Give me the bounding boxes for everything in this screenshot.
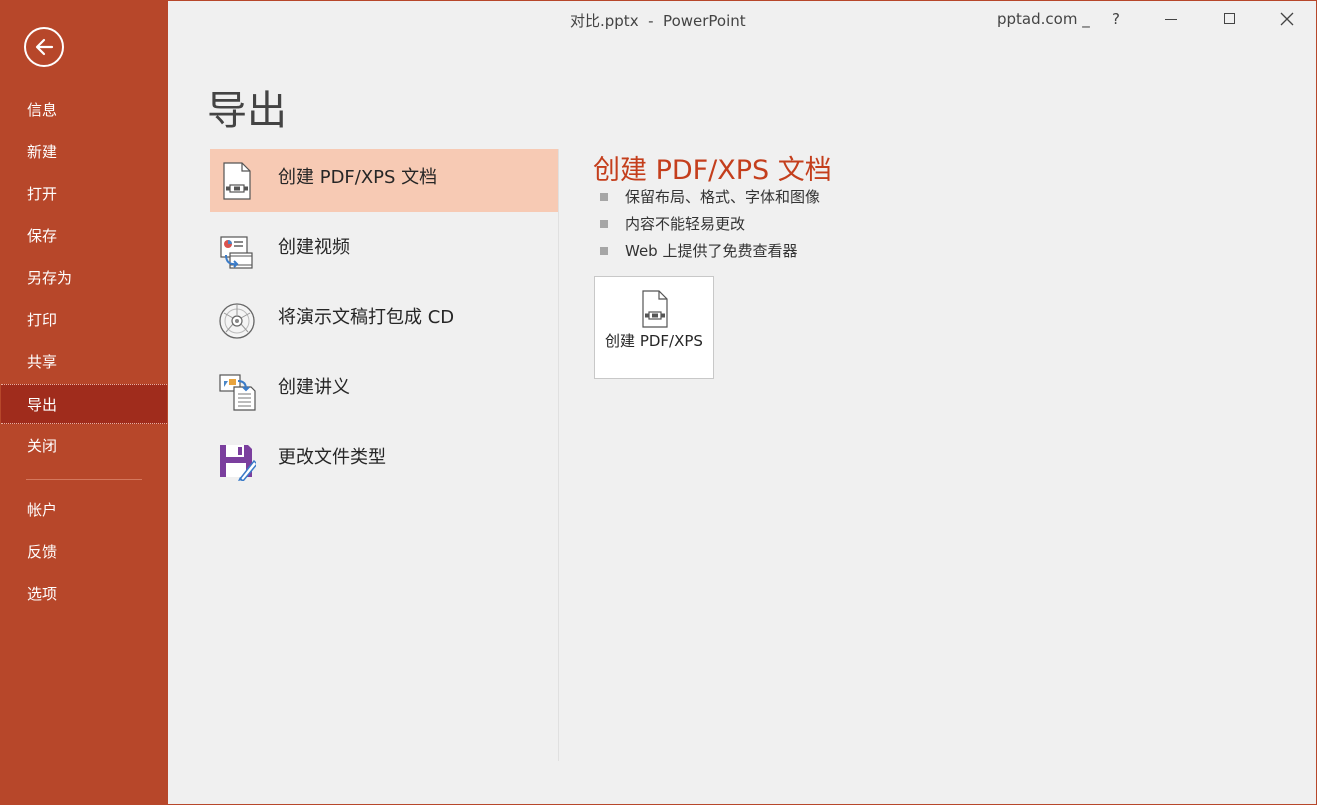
option-create-pdf-xps[interactable]: 创建 PDF/XPS 文档 xyxy=(210,149,558,212)
option-label: 将演示文稿打包成 CD xyxy=(278,307,455,328)
option-label: 创建讲义 xyxy=(278,377,350,398)
close-icon xyxy=(1280,12,1294,26)
sidebar-item-label: 信息 xyxy=(27,101,58,119)
sidebar-item-export[interactable]: 导出 xyxy=(1,384,167,424)
pdf-document-icon xyxy=(642,290,668,328)
create-pdf-xps-button-label: 创建 PDF/XPS xyxy=(605,332,703,350)
sidebar-item-label: 帐户 xyxy=(27,501,58,519)
sidebar-item-label: 新建 xyxy=(27,143,58,161)
sidebar-item-label: 保存 xyxy=(27,227,58,245)
sidebar-item-feedback[interactable]: 反馈 xyxy=(1,532,167,572)
detail-bullet: 保留布局、格式、字体和图像 xyxy=(600,186,820,213)
maximize-button[interactable] xyxy=(1210,4,1250,34)
bullet-text: 保留布局、格式、字体和图像 xyxy=(625,188,821,206)
sidebar-item-open[interactable]: 打开 xyxy=(1,174,167,214)
bullet-text: Web 上提供了免费查看器 xyxy=(625,242,798,260)
sidebar-item-label: 打开 xyxy=(27,185,58,203)
sidebar-item-print[interactable]: 打印 xyxy=(1,300,167,340)
panel-divider xyxy=(558,149,559,761)
option-label: 创建 PDF/XPS 文档 xyxy=(278,167,438,188)
sidebar-item-label: 导出 xyxy=(27,396,58,414)
help-button[interactable]: ? xyxy=(1096,4,1136,34)
window-title: 对比.pptx - PowerPoint xyxy=(570,12,746,30)
sidebar-item-save-as[interactable]: 另存为 xyxy=(1,258,167,298)
option-package-cd[interactable]: 将演示文稿打包成 CD xyxy=(210,289,558,352)
sidebar-item-label: 反馈 xyxy=(27,543,58,561)
sidebar-item-new[interactable]: 新建 xyxy=(1,132,167,172)
sidebar-item-save[interactable]: 保存 xyxy=(1,216,167,256)
detail-bullet-list: 保留布局、格式、字体和图像 内容不能轻易更改 Web 上提供了免费查看器 xyxy=(600,186,820,267)
sidebar-item-label: 共享 xyxy=(27,353,58,371)
create-pdf-xps-button[interactable]: 创建 PDF/XPS xyxy=(594,276,714,379)
option-create-handouts[interactable]: 创建讲义 xyxy=(210,359,558,422)
sidebar-item-info[interactable]: 信息 xyxy=(1,90,167,130)
option-label: 创建视频 xyxy=(278,237,350,258)
account-name[interactable]: pptad.com _ xyxy=(997,10,1090,28)
sidebar-item-label: 另存为 xyxy=(27,269,73,287)
back-button[interactable] xyxy=(24,27,64,67)
cd-icon xyxy=(219,303,255,339)
sidebar-item-close[interactable]: 关闭 xyxy=(1,426,167,466)
detail-bullet: 内容不能轻易更改 xyxy=(600,213,820,240)
video-icon xyxy=(220,236,253,269)
sidebar-item-label: 打印 xyxy=(27,311,58,329)
bullet-square-icon xyxy=(600,220,608,228)
handout-icon xyxy=(219,374,256,411)
minimize-button[interactable] xyxy=(1152,4,1192,34)
sidebar-item-options[interactable]: 选项 xyxy=(1,574,167,614)
file-type-icon xyxy=(220,445,256,481)
sidebar-item-account[interactable]: 帐户 xyxy=(1,490,167,530)
bullet-text: 内容不能轻易更改 xyxy=(625,215,746,233)
sidebar-item-label: 选项 xyxy=(27,585,58,603)
page-title: 导出 xyxy=(207,88,287,134)
back-arrow-icon xyxy=(35,38,54,56)
backstage-sidebar: 信息 新建 打开 保存 另存为 打印 共享 导出 关闭 帐户 反馈 选项 xyxy=(0,0,168,805)
bullet-square-icon xyxy=(600,247,608,255)
export-options-list: 创建 PDF/XPS 文档 创建视频 将演示文稿打包成 CD 创建讲义 更改文件… xyxy=(210,149,558,499)
option-label: 更改文件类型 xyxy=(278,447,386,468)
option-create-video[interactable]: 创建视频 xyxy=(210,219,558,282)
pdf-document-icon xyxy=(223,162,251,200)
detail-title: 创建 PDF/XPS 文档 xyxy=(593,155,832,186)
sidebar-item-share[interactable]: 共享 xyxy=(1,342,167,382)
close-window-button[interactable] xyxy=(1267,4,1307,34)
sidebar-item-label: 关闭 xyxy=(27,437,58,455)
detail-bullet: Web 上提供了免费查看器 xyxy=(600,240,820,267)
bullet-square-icon xyxy=(600,193,608,201)
sidebar-divider xyxy=(26,479,142,480)
option-change-file-type[interactable]: 更改文件类型 xyxy=(210,429,558,492)
